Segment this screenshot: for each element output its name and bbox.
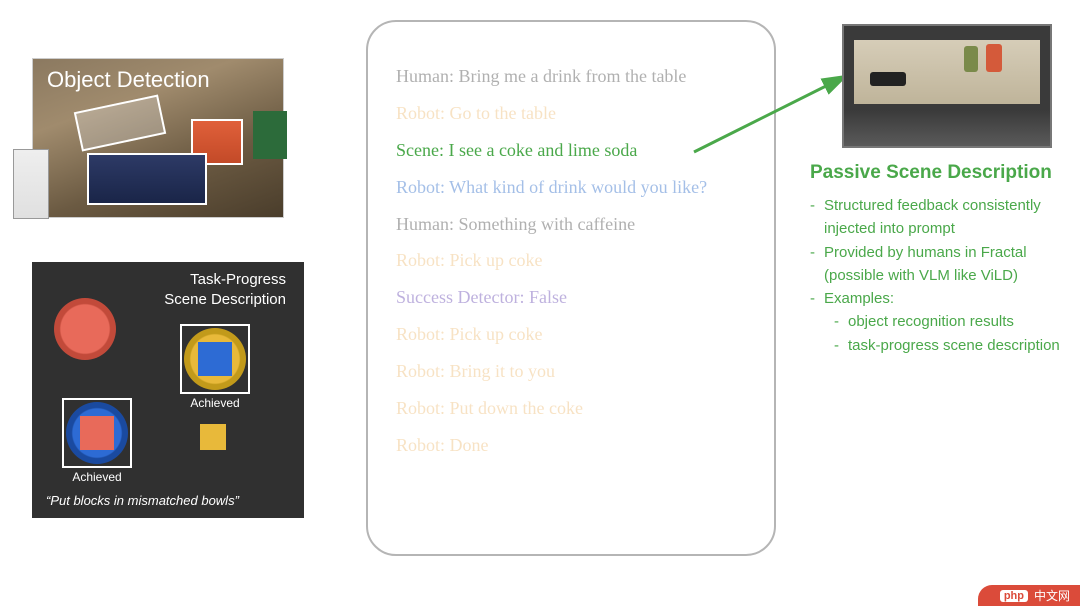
lime-soda-can-icon	[964, 46, 978, 72]
yellow-block-icon	[200, 424, 226, 450]
achieved-label: Achieved	[180, 396, 250, 410]
achieved-label: Achieved	[62, 470, 132, 484]
passive-scene-list: -Structured feedback consistently inject…	[810, 194, 1074, 357]
sub-list-item: object recognition results	[848, 310, 1014, 333]
phone-icon	[870, 72, 906, 86]
achieved-box	[180, 324, 250, 394]
dash-icon: -	[810, 194, 824, 241]
dash-icon: -	[810, 241, 824, 288]
red-bowl-icon	[54, 298, 116, 360]
dialog-line: Robot: Pick up coke	[396, 316, 746, 353]
list-item: Provided by humans in Fractal (possible …	[824, 241, 1074, 288]
left-column: Object Detection Task-Progress Scene Des…	[32, 58, 302, 518]
watermark: php 中文网	[978, 585, 1080, 606]
dialog-line: Success Detector: False	[396, 279, 746, 316]
bottle-icon	[13, 149, 49, 219]
object-detection-thumbnail: Object Detection	[32, 58, 284, 218]
sub-list-item: task-progress scene description	[848, 334, 1060, 357]
watermark-logo: php	[1000, 590, 1028, 602]
detection-box	[74, 94, 166, 151]
task-progress-thumbnail: Task-Progress Scene Description Achieved…	[32, 262, 304, 518]
detection-box	[87, 153, 207, 205]
scene-thumbnail	[842, 24, 1052, 148]
dialog-line: Human: Something with caffeine	[396, 206, 746, 243]
watermark-text: 中文网	[1034, 587, 1070, 604]
list-item: Examples:	[824, 287, 894, 310]
green-pad-icon	[253, 111, 287, 159]
right-column: Passive Scene Description -Structured fe…	[810, 24, 1074, 357]
achieved-box	[62, 398, 132, 468]
object-detection-title: Object Detection	[47, 67, 210, 93]
passive-scene-title: Passive Scene Description	[810, 162, 1074, 184]
dash-icon: -	[834, 334, 848, 357]
dialog-line: Robot: Pick up coke	[396, 242, 746, 279]
task-progress-title: Task-Progress Scene Description	[164, 270, 286, 309]
coke-can-icon	[986, 44, 1002, 72]
dash-icon: -	[834, 310, 848, 333]
dialog-line: Robot: Put down the coke	[396, 390, 746, 427]
task-progress-caption: “Put blocks in mismatched bowls”	[46, 493, 239, 508]
dash-icon: -	[810, 287, 824, 310]
dialog-line: Robot: What kind of drink would you like…	[396, 169, 746, 206]
dialog-line: Robot: Done	[396, 427, 746, 464]
list-item: Structured feedback consistently injecte…	[824, 194, 1074, 241]
dialog-line: Robot: Bring it to you	[396, 353, 746, 390]
